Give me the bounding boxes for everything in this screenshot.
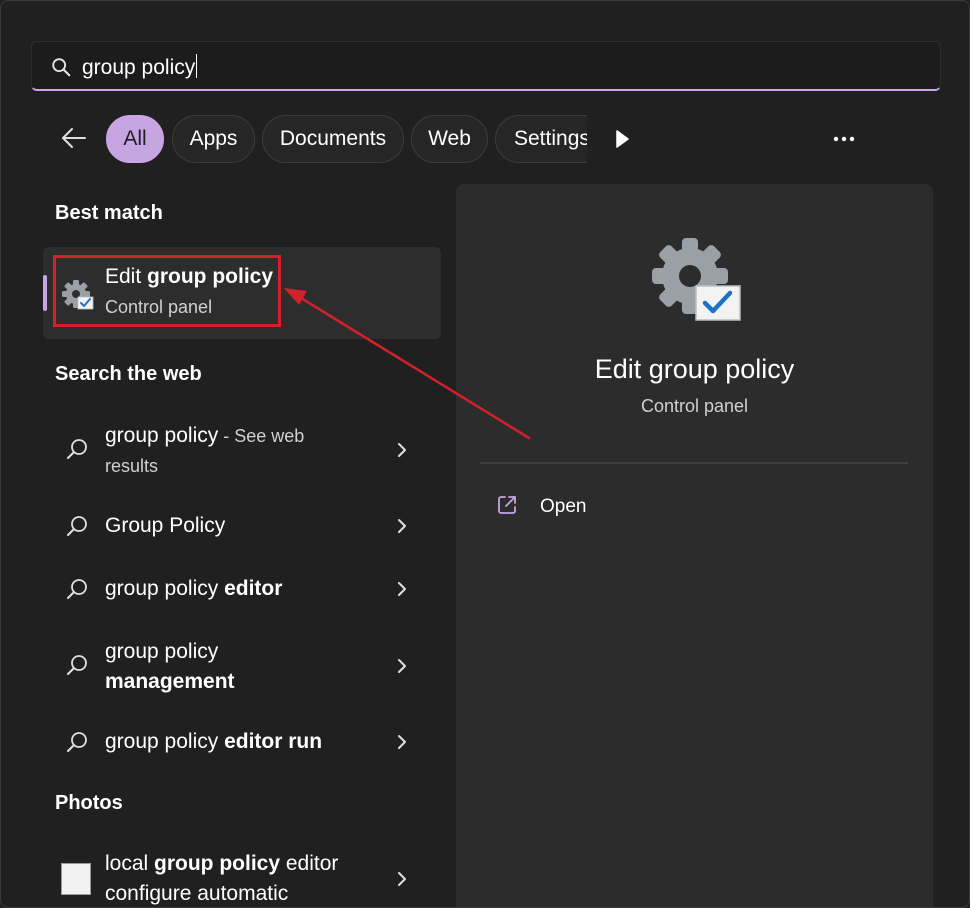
filter-chip-web[interactable]: Web — [411, 115, 488, 163]
more-dots-icon[interactable] — [827, 127, 861, 151]
photo-result-item[interactable]: local group policy editor configure autom… — [45, 841, 441, 907]
web-result-dim-text-line2: results — [105, 456, 159, 476]
photo-result-text-after: editor — [280, 852, 339, 875]
search-query-text: group policy — [82, 56, 196, 79]
start-search-window: group policy All Apps Documents Web Sett… — [0, 0, 970, 908]
chevron-right-icon — [398, 519, 406, 533]
open-action[interactable]: Open — [492, 490, 692, 526]
filter-chip-documents-label: Documents — [279, 127, 387, 150]
gear-check-icon — [652, 238, 741, 321]
filter-chip-documents[interactable]: Documents — [262, 115, 404, 163]
web-result-dim-text: - See web — [218, 426, 305, 446]
web-result-label: Group Policy — [105, 514, 226, 537]
play-arrow-icon[interactable] — [612, 127, 632, 151]
search-web-heading: Search the web — [55, 363, 202, 385]
photo-result-text: local — [105, 852, 155, 875]
open-external-icon — [498, 496, 516, 514]
filter-chip-settings-label: Settings — [514, 127, 587, 150]
annotation-highlight-box — [53, 255, 281, 327]
chevron-right-icon — [398, 735, 406, 749]
web-result-text: group policy — [105, 730, 225, 753]
filter-chip-settings[interactable]: Settings — [495, 115, 587, 163]
photos-heading: Photos — [55, 792, 123, 814]
web-result-bold-text: editor — [224, 577, 283, 600]
photo-result-bold-text: group policy — [154, 852, 281, 875]
web-result-label: group policy management — [105, 637, 235, 697]
search-icon — [67, 439, 87, 459]
search-icon — [52, 58, 71, 77]
web-result-text: group policy — [105, 577, 225, 600]
web-result-label: group policy - See web results — [105, 421, 304, 481]
best-match-heading: Best match — [55, 202, 163, 224]
web-result-bold-text: management — [105, 670, 235, 693]
preview-subtitle: Control panel — [640, 396, 749, 416]
open-action-label: Open — [540, 496, 587, 517]
web-result-bold-text: editor run — [224, 730, 323, 753]
selection-indicator — [43, 275, 47, 311]
filter-chip-all-label: All — [123, 127, 147, 150]
chevron-right-icon — [398, 659, 406, 673]
filter-chip-all[interactable]: All — [106, 115, 164, 163]
preview-divider — [480, 462, 908, 464]
web-result-item[interactable]: group policy - See web results — [45, 413, 441, 485]
text-caret — [196, 54, 198, 78]
web-result-label: group policy editor — [105, 574, 282, 604]
chevron-right-icon — [398, 582, 406, 596]
preview-panel: Edit group policy Control panel Open — [456, 184, 933, 907]
search-icon — [67, 655, 87, 675]
chevron-right-icon — [398, 443, 406, 457]
web-result-item[interactable]: group policy editor — [45, 564, 441, 614]
photo-result-label: local group policy editor configure autom… — [105, 849, 339, 907]
search-icon — [67, 732, 87, 752]
web-result-text: group policy — [105, 424, 219, 447]
web-result-label: group policy editor run — [105, 727, 322, 757]
search-bar[interactable]: group policy — [31, 41, 941, 91]
photo-result-text-line2: configure automatic — [105, 882, 289, 905]
web-result-text: group policy — [105, 640, 219, 663]
search-input[interactable]: group policy — [82, 54, 198, 80]
search-icon — [67, 579, 87, 599]
search-icon — [67, 516, 87, 536]
web-result-item[interactable]: group policy management — [45, 629, 441, 701]
chevron-right-icon — [398, 872, 406, 886]
filter-chip-web-label: Web — [428, 127, 471, 150]
back-arrow-icon[interactable] — [57, 121, 91, 155]
filter-chip-apps-label: Apps — [189, 127, 238, 150]
preview-title: Edit group policy — [594, 354, 795, 384]
filter-chip-apps[interactable]: Apps — [172, 115, 255, 163]
filter-chip-settings-clip: Settings — [495, 115, 587, 163]
web-result-item[interactable]: group policy editor run — [45, 717, 441, 767]
web-result-item[interactable]: Group Policy — [45, 501, 441, 551]
photo-thumbnail — [61, 863, 91, 895]
